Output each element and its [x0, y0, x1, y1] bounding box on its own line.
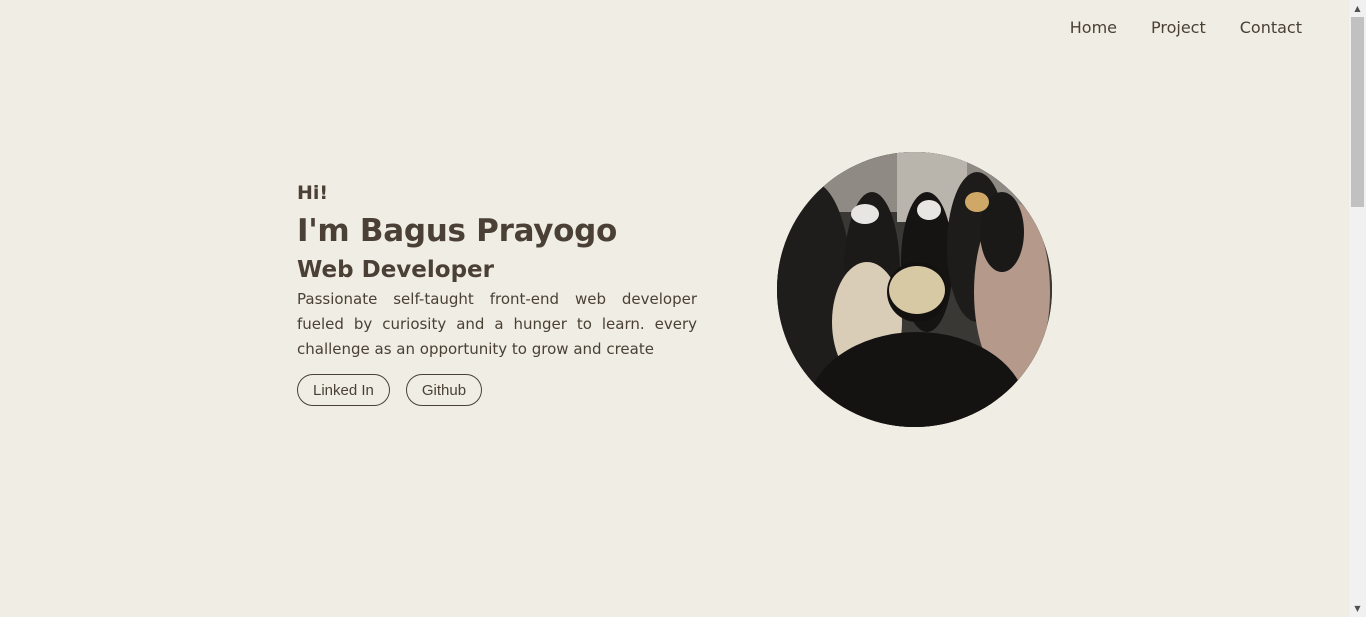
hero-name: I'm Bagus Prayogo	[297, 213, 618, 249]
scroll-down-icon[interactable]: ▼	[1349, 600, 1366, 617]
page: Home Project Contact Hi! I'm Bagus Prayo…	[0, 0, 1366, 617]
nav-home-link[interactable]: Home	[1070, 17, 1117, 39]
scroll-up-icon[interactable]: ▲	[1349, 0, 1366, 17]
greeting: Hi!	[297, 182, 329, 204]
social-buttons: Linked In Github	[297, 374, 697, 406]
nav-contact-link[interactable]: Contact	[1240, 17, 1302, 39]
profile-photo-image	[777, 152, 1052, 427]
profile-photo	[777, 152, 1052, 427]
vertical-scrollbar[interactable]: ▲ ▼	[1349, 0, 1366, 617]
nav-project-link[interactable]: Project	[1151, 17, 1206, 39]
content-area: Home Project Contact Hi! I'm Bagus Prayo…	[0, 0, 1349, 617]
scroll-thumb[interactable]	[1351, 17, 1364, 207]
linkedin-button[interactable]: Linked In	[297, 374, 390, 406]
hero-role: Web Developer	[297, 257, 494, 283]
top-nav: Home Project Contact	[1070, 17, 1302, 39]
hero-text: Hi! I'm Bagus Prayogo Web Developer Pass…	[297, 180, 697, 406]
hero-description: Passionate self-taught front-end web dev…	[297, 290, 697, 358]
github-button[interactable]: Github	[405, 374, 483, 406]
